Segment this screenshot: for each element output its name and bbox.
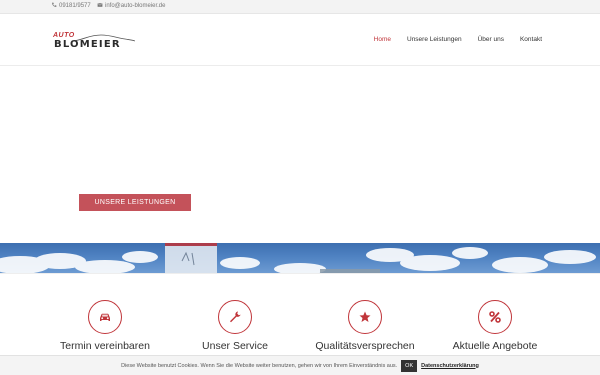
phone-icon: [51, 2, 57, 10]
service-title: Unser Service: [202, 340, 268, 352]
service-qualitaetsversprechen[interactable]: Qualitätsversprechen: [305, 300, 425, 352]
car-icon: [100, 313, 110, 321]
logo-name-text: BLOMEIER: [54, 39, 121, 50]
nav-kontakt[interactable]: Kontakt: [520, 36, 542, 43]
phone-contact[interactable]: 09181/9577: [51, 2, 91, 10]
service-icon-circle: [218, 300, 252, 334]
privacy-policy-link[interactable]: Datenschutzerklärung: [421, 363, 479, 369]
service-title: Termin vereinbaren: [60, 340, 150, 352]
nav-home[interactable]: Home: [374, 36, 391, 43]
logo-auto-text: AUTO: [53, 32, 75, 39]
cookie-ok-button[interactable]: OK: [401, 359, 418, 372]
service-title: Aktuelle Angebote: [452, 340, 538, 352]
service-title: Qualitätsversprechen: [315, 340, 415, 352]
hero-section: UNSERE LEISTUNGEN: [0, 66, 600, 243]
cookie-message: Diese Website benutzt Cookies. Wenn Sie …: [121, 362, 398, 369]
sky-clouds-illustration: [0, 243, 596, 273]
envelope-icon: [97, 2, 103, 10]
service-aktuelle-angebote[interactable]: Aktuelle Angebote: [435, 300, 555, 352]
star-icon: [359, 311, 371, 322]
top-bar: 09181/9577 info@auto-blomeier.de: [0, 0, 600, 14]
nav-ueber-uns[interactable]: Über uns: [478, 36, 504, 43]
service-icon-circle: [478, 300, 512, 334]
main-nav: Home Unsere Leistungen Über uns Kontakt: [374, 36, 542, 43]
email-address: info@auto-blomeier.de: [105, 3, 166, 9]
service-icon-circle: [348, 300, 382, 334]
service-icon-circle: [88, 300, 122, 334]
wrench-icon: [230, 311, 241, 323]
service-unser-service[interactable]: Unser Service: [175, 300, 295, 352]
email-contact[interactable]: info@auto-blomeier.de: [97, 2, 165, 10]
phone-number: 09181/9577: [59, 3, 91, 9]
unsere-leistungen-button[interactable]: UNSERE LEISTUNGEN: [79, 194, 191, 211]
service-termin-vereinbaren[interactable]: Termin vereinbaren: [45, 300, 165, 352]
logo[interactable]: AUTO BLOMEIER: [53, 32, 137, 51]
nav-unsere-leistungen[interactable]: Unsere Leistungen: [407, 36, 462, 43]
percent-icon: [489, 311, 501, 323]
cookie-banner: Diese Website benutzt Cookies. Wenn Sie …: [0, 355, 600, 375]
sky-banner-image: [0, 243, 600, 273]
site-header: AUTO BLOMEIER Home Unsere Leistungen Übe…: [0, 14, 600, 66]
